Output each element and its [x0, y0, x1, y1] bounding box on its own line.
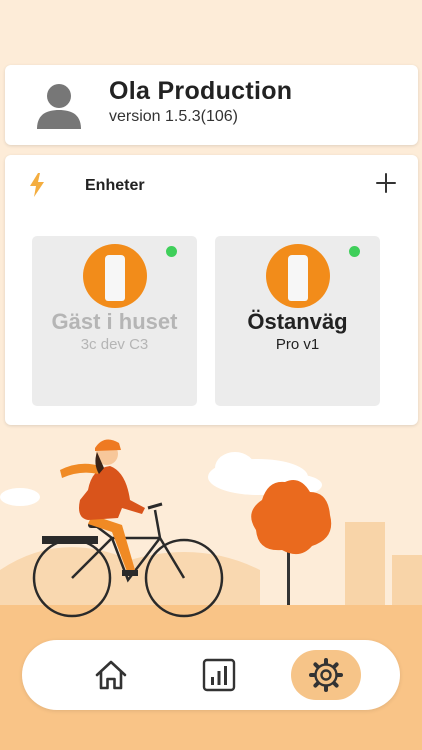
status-online-indicator: [349, 246, 360, 257]
bottom-navbar: [22, 640, 400, 710]
lightning-bolt-icon: [30, 173, 44, 197]
device-subtitle: 3c dev C3: [80, 336, 149, 353]
status-online-indicator: [166, 246, 177, 257]
stats-icon: [202, 658, 236, 692]
gear-icon: [309, 658, 343, 692]
user-avatar-icon: [37, 84, 81, 129]
device-name: Östanväg: [247, 309, 348, 334]
charger-icon: [287, 255, 308, 301]
nav-stats-button[interactable]: [184, 650, 254, 700]
add-device-button[interactable]: [372, 169, 400, 197]
nav-home-button[interactable]: [76, 650, 146, 700]
devices-card: Enheter Gäst i huset 3c dev C3 Östanväg …: [5, 155, 418, 425]
device-name: Gäst i huset: [51, 309, 178, 334]
device-card[interactable]: Östanväg Pro v1: [215, 236, 380, 406]
home-icon: [95, 660, 127, 690]
device-card[interactable]: Gäst i huset 3c dev C3: [32, 236, 197, 406]
charger-icon: [104, 255, 125, 301]
device-subtitle: Pro v1: [275, 336, 320, 353]
profile-name: Ola Production: [109, 77, 293, 105]
device-icon: [265, 244, 330, 308]
device-icon: [82, 244, 147, 308]
devices-title: Enheter: [85, 177, 145, 194]
app-version: version 1.5.3(106): [109, 108, 238, 125]
profile-card: Ola Production version 1.5.3(106): [5, 65, 418, 145]
nav-settings-button[interactable]: [291, 650, 361, 700]
